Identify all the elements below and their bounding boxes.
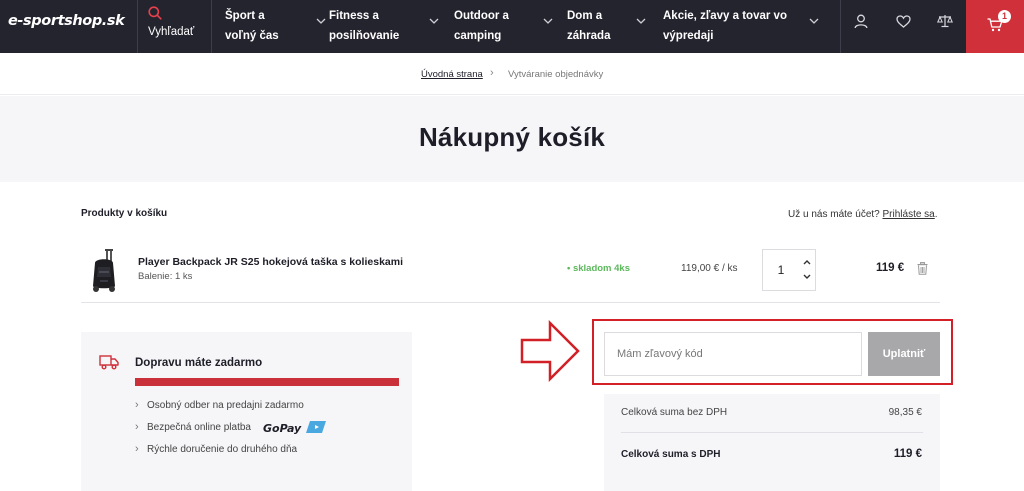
top-navbar: e-sportshop.sk Vyhľadať Šport a voľný ča…: [0, 0, 1024, 53]
heart-icon[interactable]: [896, 15, 911, 28]
chevron-right-icon: ›: [135, 421, 139, 433]
cart-count-badge: 1: [998, 10, 1011, 23]
breadcrumb-current: Vytváranie objednávky: [508, 69, 604, 80]
free-shipping-progress-bar: [135, 378, 399, 386]
free-shipping-box: Dopravu máte zadarmo › Osobný odber na pr…: [81, 332, 412, 491]
nav-item-label: Dom a záhrada: [567, 10, 611, 42]
arrow-right-icon: [520, 320, 580, 382]
nav-item-outdoor[interactable]: Outdoor a camping: [454, 6, 544, 46]
nav-item-home-garden[interactable]: Dom a záhrada: [567, 6, 647, 46]
quantity-increase-icon[interactable]: [799, 255, 815, 269]
nav-divider: [211, 0, 212, 53]
benefit-item: › Rýchle doručenie do druhého dňa: [135, 443, 297, 455]
chevron-down-icon[interactable]: [429, 18, 439, 24]
chevron-right-icon: ›: [135, 443, 139, 455]
breadcrumb-separator: ›: [490, 67, 494, 79]
totals-divider: [621, 432, 923, 433]
discount-code-input[interactable]: [604, 332, 862, 376]
quantity-decrease-icon[interactable]: [799, 270, 815, 284]
nav-item-label: Šport a voľný čas: [225, 10, 279, 42]
quantity-input[interactable]: [764, 251, 798, 289]
cart-section-heading: Produkty v košíku: [81, 208, 168, 219]
free-shipping-title: Dopravu máte zadarmo: [135, 357, 263, 369]
cart-button[interactable]: [966, 0, 1024, 53]
breadcrumb: Úvodná strana › Vytváranie objednávky: [0, 53, 1024, 95]
stock-status: • skladom 4ks: [567, 263, 630, 274]
total-with-vat-label: Celková suma s DPH: [621, 449, 721, 460]
nav-item-label: Fitness a posilňovanie: [329, 10, 400, 42]
site-logo[interactable]: e-sportshop.sk: [8, 13, 125, 29]
login-prompt-text: Už u nás máte účet?: [788, 209, 880, 220]
nav-item-sport[interactable]: Šport a voľný čas: [225, 6, 325, 46]
title-band: Nákupný košík: [0, 96, 1024, 182]
unit-price: 119,00 € / ks: [681, 263, 738, 274]
row-divider: [81, 302, 940, 303]
gopay-mark-icon: [306, 421, 327, 433]
product-image[interactable]: [86, 249, 122, 293]
search-button[interactable]: Vyhľadať: [148, 6, 208, 48]
benefit-text: Rýchle doručenie do druhého dňa: [147, 444, 298, 455]
nav-item-label: Akcie, zľavy a tovar vo výpredaji: [663, 10, 787, 42]
chevron-down-icon[interactable]: [543, 18, 553, 24]
chevron-down-icon[interactable]: [636, 18, 646, 24]
quantity-stepper: [762, 249, 816, 291]
chevron-down-icon[interactable]: [809, 18, 819, 24]
product-packaging: Balenie: 1 ks: [138, 271, 193, 282]
benefit-text: Osobný odber na predajni zadarmo: [147, 400, 304, 411]
login-prompt: Už u nás máte účet? Prihláste sa.: [788, 209, 938, 220]
apply-discount-button[interactable]: Uplatniť: [868, 332, 940, 376]
chevron-right-icon: ›: [135, 399, 139, 411]
benefit-item: › Osobný odber na predajni zadarmo: [135, 399, 304, 411]
trash-icon[interactable]: [917, 262, 928, 275]
nav-divider: [840, 0, 841, 53]
total-with-vat-value: 119 €: [893, 448, 922, 460]
nav-item-sale[interactable]: Akcie, zľavy a tovar vo výpredaji: [663, 6, 813, 46]
search-label: Vyhľadať: [148, 26, 195, 38]
page-title: Nákupný košík: [418, 122, 606, 152]
login-link[interactable]: Prihláste sa: [883, 209, 935, 220]
nav-item-label: Outdoor a camping: [454, 10, 509, 42]
benefit-text: Bezpečná online platba: [147, 422, 251, 433]
breadcrumb-home-link[interactable]: Úvodná strana: [421, 69, 483, 80]
totals-box: Celková suma bez DPH 98,35 € Celková sum…: [604, 394, 940, 491]
total-without-vat-value: 98,35 €: [888, 407, 922, 418]
nav-item-fitness[interactable]: Fitness a posilňovanie: [329, 6, 429, 46]
product-name[interactable]: Player Backpack JR S25 hokejová taška s …: [138, 256, 403, 268]
login-prompt-suffix: .: [934, 209, 938, 220]
scales-icon[interactable]: [937, 14, 953, 28]
search-icon: [148, 6, 162, 20]
gopay-logo-text: GoPay: [263, 422, 302, 435]
line-total: 119 €: [876, 262, 905, 274]
gopay-logo: GoPay: [263, 420, 327, 435]
truck-icon: [99, 355, 119, 370]
benefit-item: › Bezpečná online platba: [135, 421, 251, 433]
chevron-down-icon[interactable]: [316, 18, 326, 24]
total-without-vat-label: Celková suma bez DPH: [621, 407, 728, 418]
nav-divider: [137, 0, 138, 53]
user-icon[interactable]: [854, 14, 868, 29]
